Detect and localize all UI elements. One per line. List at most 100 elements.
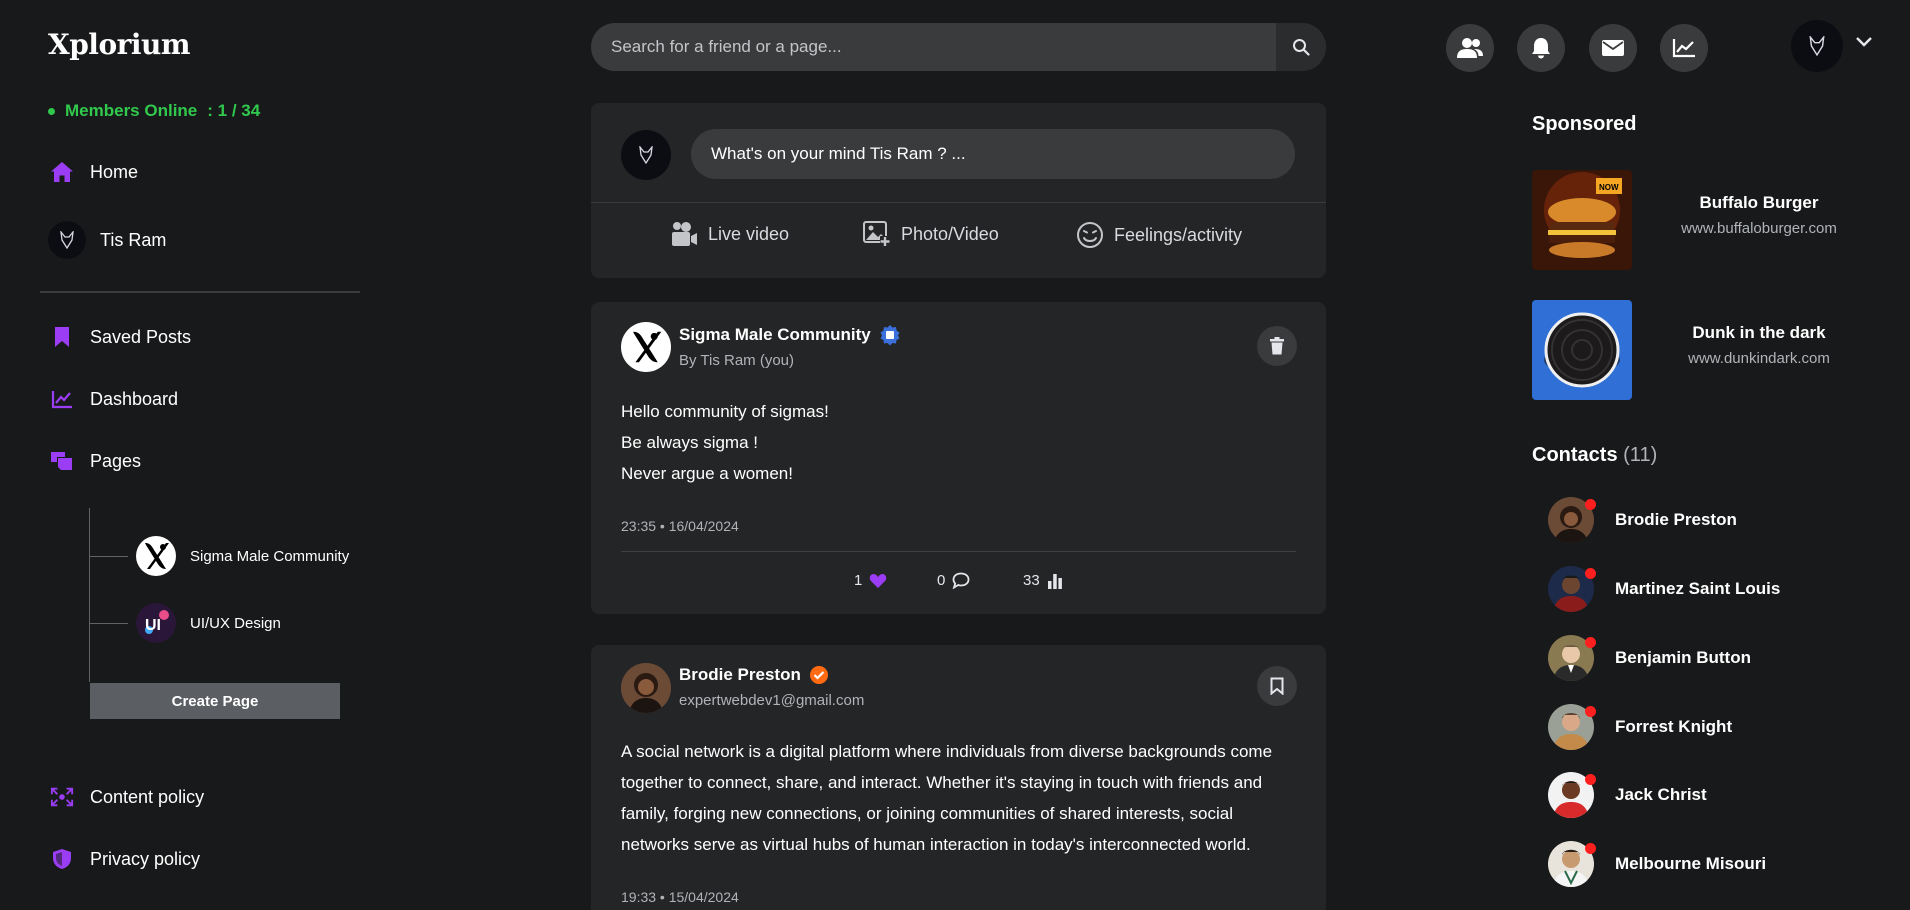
contact-item[interactable]: Benjamin Button: [1548, 635, 1751, 681]
bell-icon: [1532, 38, 1550, 59]
post-author[interactable]: Brodie Preston: [679, 665, 829, 685]
chevron-down-icon: [1856, 37, 1872, 47]
create-page-button[interactable]: Create Page: [90, 683, 340, 719]
ad-burger[interactable]: Buffalo Burger www.buffaloburger.com: [1654, 193, 1864, 237]
smile-icon: [1077, 222, 1103, 248]
page-item-uiux-label: UI/UX Design: [190, 614, 281, 632]
account-avatar[interactable]: [1791, 20, 1843, 72]
video-camera-icon: [672, 222, 697, 246]
bar-chart-icon: [1047, 573, 1062, 589]
app-logo[interactable]: Xplorium: [48, 28, 191, 61]
contacts-title: Contacts (11): [1532, 444, 1657, 467]
contacts-count: (11): [1623, 444, 1658, 466]
contact-item[interactable]: Martinez Saint Louis: [1548, 566, 1780, 612]
user-avatar: [48, 221, 86, 259]
contact-item[interactable]: Brodie Preston: [1548, 497, 1737, 543]
nav-saved-posts-label: Saved Posts: [90, 326, 192, 347]
chart-line-icon: [50, 387, 74, 411]
nav-pages[interactable]: Pages: [50, 449, 141, 473]
sponsored-title: Sponsored: [1532, 113, 1637, 135]
search-bar: [591, 23, 1326, 71]
like-count: 1: [854, 572, 863, 589]
feelings-button[interactable]: Feelings/activity: [1076, 221, 1242, 249]
status-dot-icon: [1585, 706, 1596, 717]
post-author-avatar[interactable]: [621, 663, 671, 713]
friends-icon: [1457, 38, 1483, 58]
messages-button[interactable]: [1589, 24, 1637, 72]
analytics-button[interactable]: [1660, 24, 1708, 72]
page-item-sigma-label: Sigma Male Community: [190, 547, 350, 565]
post-author-name: Sigma Male Community: [679, 325, 871, 344]
status-dot-icon: [1585, 637, 1596, 648]
uiux-page-avatar: UI: [136, 603, 176, 643]
verified-icon: [809, 666, 828, 684]
nav-privacy-policy[interactable]: Privacy policy: [50, 847, 200, 871]
contact-name: Martinez Saint Louis: [1615, 579, 1781, 598]
post-line: family, forging new connections, or join…: [621, 804, 1233, 823]
photo-video-button[interactable]: Photo/Video: [863, 221, 999, 247]
ad-url: www.dunkindark.com: [1688, 350, 1830, 367]
search-button[interactable]: [1276, 23, 1326, 71]
contact-name: Forrest Knight: [1615, 717, 1733, 736]
friends-button[interactable]: [1446, 24, 1494, 72]
nav-saved-posts[interactable]: Saved Posts: [50, 325, 191, 349]
nav-content-policy[interactable]: Content policy: [50, 785, 204, 809]
status-dot-icon: [1585, 499, 1596, 510]
composer-input[interactable]: What's on your mind Tis Ram ? ...: [691, 129, 1295, 179]
svg-text:UI: UI: [145, 617, 161, 634]
sidebar-divider: [40, 291, 360, 293]
contact-name: Melbourne Misouri: [1615, 854, 1767, 873]
views-stat: 33: [1023, 572, 1063, 589]
pages-tree-branch: [90, 623, 128, 624]
pages-tree-branch: [90, 556, 128, 557]
post-line: Never argue a women!: [621, 464, 793, 483]
heart-icon: [870, 573, 887, 588]
search-icon: [1293, 39, 1310, 56]
post-line: Hello community of sigmas!: [621, 402, 829, 421]
search-input[interactable]: [591, 23, 1276, 71]
contact-item[interactable]: Forrest Knight: [1548, 704, 1732, 750]
nav-home-label: Home: [90, 161, 139, 182]
contacts-title-label: Contacts: [1532, 444, 1618, 466]
nav-profile[interactable]: Tis Ram: [48, 221, 166, 259]
page-item-uiux[interactable]: UI UI/UX Design: [136, 603, 281, 643]
contact-name: Brodie Preston: [1615, 510, 1737, 529]
nav-home[interactable]: Home: [50, 160, 138, 184]
nav-profile-label: Tis Ram: [100, 229, 167, 250]
like-button[interactable]: 1: [854, 572, 887, 589]
post-timestamp: 23:35 • 16/04/2024: [621, 518, 739, 534]
post-line: networks serve as virtual hubs of human …: [621, 835, 1251, 854]
page-item-sigma[interactable]: Sigma Male Community: [136, 536, 349, 576]
contact-avatar: [1548, 704, 1596, 750]
bookmark-outline-icon: [1270, 677, 1284, 695]
contact-name: Jack Christ: [1615, 785, 1707, 804]
contact-avatar: [1548, 635, 1596, 681]
sigma-page-avatar: [136, 536, 176, 576]
ad-name: Buffalo Burger: [1699, 193, 1819, 212]
contact-item[interactable]: Jack Christ: [1548, 772, 1707, 818]
delete-post-button[interactable]: [1257, 326, 1297, 366]
bookmark-icon: [50, 325, 74, 349]
status-dot-icon: [1585, 568, 1596, 579]
nav-dashboard[interactable]: Dashboard: [50, 387, 178, 411]
post-subtitle: By Tis Ram (you): [679, 352, 795, 369]
comment-icon: [952, 572, 970, 589]
ad-image-cookie[interactable]: [1532, 300, 1632, 400]
trash-icon: [1270, 337, 1284, 355]
post-author[interactable]: Sigma Male Community: [679, 324, 901, 346]
ad-image-burger[interactable]: NOW: [1532, 170, 1632, 270]
post-line: together to connect, share, and interact…: [621, 773, 1263, 792]
account-menu-button[interactable]: [1855, 36, 1873, 48]
content-policy-icon: [50, 785, 74, 809]
live-video-button[interactable]: Live video: [670, 221, 789, 247]
post-body: Hello community of sigmas! Be always sig…: [621, 396, 829, 489]
views-count: 33: [1023, 572, 1040, 589]
svg-text:NOW: NOW: [1599, 183, 1619, 192]
ad-cookie[interactable]: Dunk in the dark www.dunkindark.com: [1654, 323, 1864, 367]
post-author-avatar[interactable]: [621, 322, 671, 372]
save-post-button[interactable]: [1257, 666, 1297, 706]
contact-item[interactable]: Melbourne Misouri: [1548, 841, 1766, 887]
notifications-button[interactable]: [1517, 24, 1565, 72]
comment-button[interactable]: 0: [937, 572, 970, 589]
members-online-count: : 1 / 34: [207, 101, 261, 120]
